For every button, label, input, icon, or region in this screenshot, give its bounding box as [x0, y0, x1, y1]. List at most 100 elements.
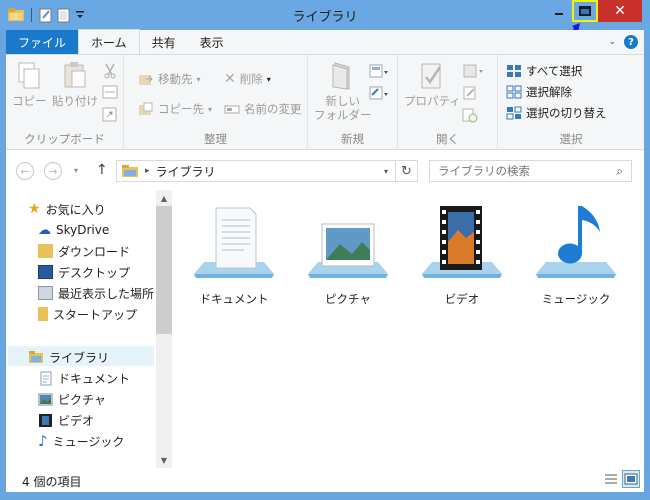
minimize-button[interactable]	[546, 0, 572, 22]
address-bar[interactable]: ▸ ライブラリ ▾ ↻	[116, 160, 418, 182]
nav-libraries[interactable]: ライブラリ	[28, 347, 109, 367]
paste-icon	[64, 62, 86, 88]
address-path[interactable]: ライブラリ	[156, 163, 216, 180]
move-to-button[interactable]: 移動先 ▾	[138, 71, 201, 87]
copy-button[interactable]: コピー	[12, 61, 47, 108]
cut-icon[interactable]	[102, 63, 118, 79]
close-button[interactable]: ✕	[598, 0, 642, 22]
properties-button[interactable]: プロパティ	[404, 61, 461, 108]
tab-file[interactable]: ファイル	[6, 30, 79, 54]
tab-home[interactable]: ホーム	[78, 29, 140, 54]
nav-recent-places-label: 最近表示した場所	[58, 286, 155, 301]
copy-path-icon[interactable]	[102, 85, 118, 99]
library-item-documents[interactable]: ドキュメント	[186, 202, 282, 307]
copy-to-button[interactable]: コピー先 ▾	[138, 101, 212, 117]
recent-places-icon	[38, 286, 53, 300]
nav-startup[interactable]: スタートアップ	[38, 304, 137, 324]
nav-favorites[interactable]: ★ お気に入り	[28, 199, 106, 219]
forward-button[interactable]: →	[44, 162, 62, 180]
nav-favorites-label: お気に入り	[45, 202, 106, 217]
easy-access-icon[interactable]	[368, 85, 390, 103]
ribbon-expand-icon[interactable]: ⌄	[608, 37, 616, 47]
address-dropdown-icon[interactable]: ▾	[377, 167, 395, 176]
title-bar: ライブラリ ✕	[0, 0, 650, 30]
select-all-button[interactable]: すべて選択	[506, 63, 582, 79]
select-all-label: すべて選択	[526, 64, 583, 78]
ribbon-tabs: ファイル ホーム 共有 表示 ⌄ ?	[6, 29, 644, 54]
documents-icon	[40, 371, 52, 385]
nav-downloads-label: ダウンロード	[58, 244, 131, 259]
select-none-icon	[506, 85, 522, 99]
up-arrow-icon[interactable]: ↑	[96, 162, 108, 178]
nav-music-label: ミュージック	[52, 434, 125, 449]
view-buttons	[602, 470, 640, 488]
copy-icon	[18, 62, 40, 89]
breadcrumb-chevron-icon[interactable]: ▸	[145, 166, 150, 176]
large-icons-view-button[interactable]	[622, 470, 640, 488]
new-item-icon[interactable]	[368, 63, 390, 81]
desktop-icon	[38, 265, 53, 279]
nav-downloads[interactable]: ダウンロード	[38, 241, 130, 261]
nav-recent-places[interactable]: 最近表示した場所	[38, 283, 154, 303]
close-icon: ✕	[614, 3, 626, 19]
recent-locations-dropdown-icon[interactable]: ▾	[74, 166, 78, 175]
status-bar: 4 個の項目	[6, 468, 644, 492]
scroll-thumb[interactable]	[156, 206, 172, 334]
rename-button[interactable]: 名前の変更	[224, 101, 302, 117]
nav-scrollbar[interactable]: ▲ ▼	[156, 190, 172, 468]
nav-videos[interactable]: ビデオ	[38, 410, 94, 430]
nav-skydrive[interactable]: ☁ SkyDrive	[38, 220, 109, 240]
details-view-icon	[605, 474, 617, 484]
paste-label: 貼り付け	[52, 94, 98, 108]
details-view-button[interactable]	[602, 470, 620, 488]
library-item-videos[interactable]: ビデオ	[414, 202, 510, 307]
paste-button[interactable]: 貼り付け	[52, 61, 98, 108]
new-group: 新しい フォルダー 新規	[308, 55, 398, 150]
music-note-icon: ♪	[38, 432, 48, 450]
nav-skydrive-label: SkyDrive	[56, 223, 110, 237]
new-folder-button[interactable]: 新しい フォルダー	[314, 61, 372, 122]
nav-pictures[interactable]: ピクチャ	[38, 389, 106, 409]
address-row: ← → ▾ ↑ ▸ ライブラリ ▾ ↻ ⌕	[6, 150, 644, 190]
nav-documents-label: ドキュメント	[58, 371, 131, 386]
back-button[interactable]: ←	[16, 162, 34, 180]
music-library-icon	[536, 206, 616, 278]
library-label: ドキュメント	[199, 292, 269, 306]
clipboard-group-label: クリップボード	[24, 132, 105, 146]
content-area: ★ お気に入り ☁ SkyDrive ダウンロード デスクトップ 最近表示した場…	[6, 190, 644, 468]
videos-library-icon	[422, 206, 502, 278]
maximize-button[interactable]	[572, 0, 598, 22]
history-icon[interactable]	[462, 107, 478, 123]
help-icon[interactable]: ?	[624, 35, 638, 49]
refresh-button[interactable]: ↻	[395, 161, 417, 181]
open-group-label: 開く	[436, 132, 459, 146]
cloud-icon: ☁	[38, 222, 51, 238]
search-icon[interactable]: ⌕	[616, 164, 623, 179]
nav-desktop[interactable]: デスクトップ	[38, 262, 130, 282]
scroll-up-icon[interactable]: ▲	[156, 190, 172, 206]
scroll-down-icon[interactable]: ▼	[156, 452, 172, 468]
tab-share[interactable]: 共有	[140, 30, 188, 54]
dropdown-icon: ▾	[266, 74, 271, 84]
dropdown-icon: ▾	[208, 104, 213, 114]
library-item-pictures[interactable]: ピクチャ	[300, 202, 396, 307]
select-group: すべて選択 選択解除 選択の切り替え 選択	[498, 55, 644, 150]
edit-icon[interactable]	[462, 85, 478, 101]
back-arrow-icon: ←	[20, 164, 30, 178]
documents-library-icon	[194, 207, 274, 278]
nav-music[interactable]: ♪ ミュージック	[38, 431, 124, 451]
caption-buttons: ✕	[546, 0, 642, 22]
library-item-music[interactable]: ミュージック	[528, 202, 624, 307]
minimize-icon	[555, 13, 563, 15]
search-box[interactable]: ⌕	[429, 160, 632, 182]
rename-label: 名前の変更	[244, 102, 302, 116]
nav-documents[interactable]: ドキュメント	[38, 368, 130, 388]
nav-libraries-label: ライブラリ	[49, 350, 110, 365]
delete-button[interactable]: ✕ 削除 ▾	[224, 71, 271, 87]
paste-shortcut-icon[interactable]	[102, 107, 118, 123]
search-input[interactable]	[438, 164, 598, 178]
open-icon[interactable]	[462, 63, 486, 79]
tab-view[interactable]: 表示	[188, 30, 236, 54]
invert-selection-button[interactable]: 選択の切り替え	[506, 105, 607, 121]
select-none-button[interactable]: 選択解除	[506, 84, 572, 100]
